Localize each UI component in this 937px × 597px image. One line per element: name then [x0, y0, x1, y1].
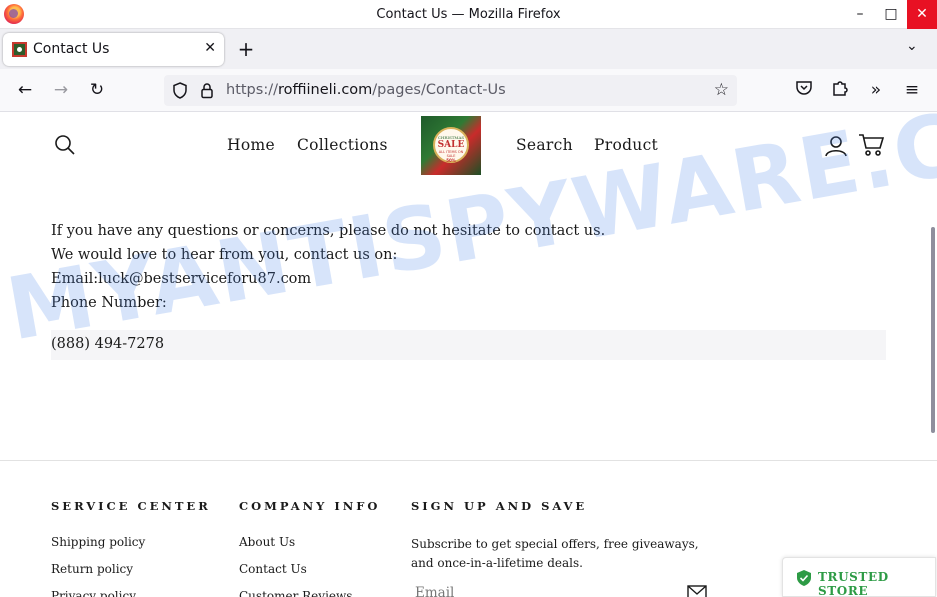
url-scheme: https:// [226, 82, 278, 98]
site-favicon-icon [12, 42, 27, 57]
account-user-icon[interactable] [824, 134, 848, 158]
footer-heading-company: COMPANY INFO [239, 499, 381, 513]
newsletter-email-field[interactable]: Email [411, 583, 707, 597]
url-host: roffiineli.com [277, 82, 373, 98]
contact-line-hear: We would love to hear from you, contact … [51, 247, 398, 263]
page-viewport: Home Collections CHRISTMAS SALE ALL ITEM… [0, 112, 937, 597]
url-text[interactable]: https://roffiineli.com/pages/Contact-Us [226, 82, 506, 98]
back-arrow-icon[interactable]: ← [14, 79, 36, 101]
footer-link-reviews[interactable]: Customer Reviews [239, 589, 380, 597]
window-titlebar: Contact Us — Mozilla Firefox – □ ✕ [0, 0, 937, 29]
page-scrollbar[interactable] [931, 227, 935, 433]
footer-signup-description: Subscribe to get special offers, free gi… [411, 537, 699, 570]
site-header: Home Collections CHRISTMAS SALE ALL ITEM… [0, 112, 937, 180]
sale-badge: CHRISTMAS SALE ALL ITEMS ON SALE 50% [433, 127, 469, 163]
footer-link-privacy[interactable]: Privacy policy [51, 589, 211, 597]
tab-strip: Contact Us ✕ + ⌄ [0, 29, 937, 69]
pocket-shape [796, 81, 812, 95]
tab-contact-us[interactable]: Contact Us ✕ [3, 33, 224, 66]
check-shield-icon [797, 570, 811, 586]
logo-line-sale: SALE [437, 140, 465, 150]
menu-home[interactable]: Home [227, 136, 275, 154]
pocket-icon[interactable] [793, 79, 815, 101]
menu-collections[interactable]: Collections [297, 136, 388, 154]
maximize-icon[interactable]: □ [876, 0, 906, 29]
logo-line-all-items: ALL ITEMS ON SALE [438, 150, 464, 158]
contact-line-intro: If you have any questions or concerns, p… [51, 223, 606, 239]
hamburger-menu-icon[interactable]: ≡ [901, 79, 923, 101]
close-tab-icon[interactable]: ✕ [204, 40, 216, 56]
tracking-protection-shield-icon[interactable] [172, 82, 188, 99]
contact-line-phone-label: Phone Number: [51, 295, 167, 311]
address-bar[interactable]: https://roffiineli.com/pages/Contact-Us … [164, 75, 737, 106]
trusted-store-badge[interactable]: TRUSTED STORE [782, 557, 936, 597]
reload-icon[interactable]: ↻ [86, 79, 108, 101]
menu-product[interactable]: Product [594, 136, 658, 154]
footer-heading-signup: SIGN UP AND SAVE [411, 499, 588, 513]
url-path: /pages/Contact-Us [372, 82, 506, 98]
tab-label: Contact Us [33, 41, 110, 57]
contact-info-block: If you have any questions or concerns, p… [51, 219, 605, 315]
bookmark-star-icon[interactable]: ☆ [714, 80, 729, 100]
close-window-icon[interactable]: ✕ [907, 0, 937, 29]
window-title: Contact Us — Mozilla Firefox [376, 7, 561, 22]
footer-signup: SIGN UP AND SAVE Subscribe to get specia… [411, 499, 711, 573]
footer-link-contact[interactable]: Contact Us [239, 562, 380, 589]
email-placeholder: Email [415, 585, 455, 597]
minimize-icon[interactable]: – [845, 0, 875, 29]
puzzle-shape [833, 81, 848, 96]
navigation-toolbar: ← → ↻ https://roffiineli.com/pages/Conta… [0, 69, 937, 112]
footer-heading-service: SERVICE CENTER [51, 499, 211, 513]
footer-company-info: COMPANY INFO About Us Contact Us Custome… [239, 499, 380, 597]
phone-number: (888) 494-7278 [51, 336, 165, 352]
logo-line-percent: 50% [446, 158, 456, 163]
search-icon[interactable] [54, 134, 76, 156]
cart-icon[interactable] [858, 133, 884, 157]
lock-icon[interactable] [199, 82, 215, 99]
contact-line-email: Email:luck@bestserviceforu87.com [51, 271, 312, 287]
footer-link-return[interactable]: Return policy [51, 562, 211, 589]
envelope-submit-icon[interactable] [687, 585, 707, 597]
new-tab-plus-icon[interactable]: + [236, 37, 256, 61]
trusted-store-label: TRUSTED STORE [818, 570, 889, 597]
forward-arrow-icon[interactable]: → [50, 79, 72, 101]
list-all-tabs-chevron-icon[interactable]: ⌄ [906, 38, 918, 54]
more-tools-chevrons-icon[interactable]: » [865, 79, 887, 101]
menu-search[interactable]: Search [516, 136, 573, 154]
extensions-puzzle-icon[interactable] [829, 79, 851, 101]
footer-service-center: SERVICE CENTER Shipping policy Return po… [51, 499, 211, 597]
phone-number-box: (888) 494-7278 [51, 330, 886, 360]
store-logo[interactable]: CHRISTMAS SALE ALL ITEMS ON SALE 50% [421, 116, 481, 175]
footer-link-about[interactable]: About Us [239, 535, 380, 562]
footer-link-shipping[interactable]: Shipping policy [51, 535, 211, 562]
